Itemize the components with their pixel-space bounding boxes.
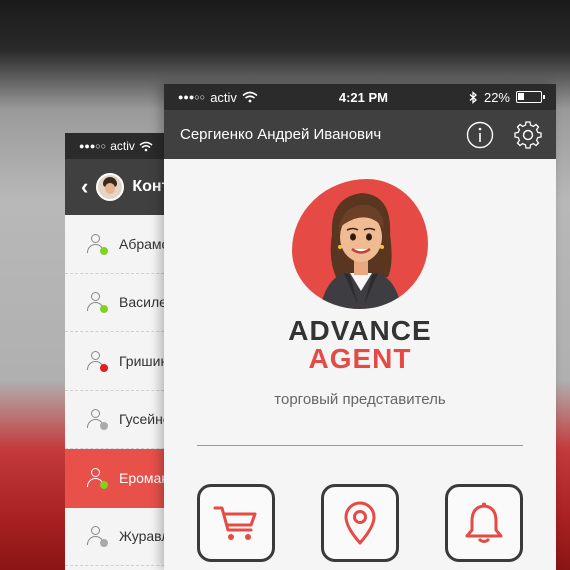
cart-icon <box>213 506 257 540</box>
user-icon <box>87 350 108 372</box>
user-icon <box>87 467 108 489</box>
bell-icon <box>465 502 503 543</box>
status-dot <box>100 480 108 489</box>
user-name: Сергиенко Андрей Иванович <box>180 126 382 143</box>
status-dot <box>100 246 108 255</box>
brand-block: ADVANCE AGENT торговый представитель <box>164 159 556 408</box>
carrier-label: activ <box>110 139 135 153</box>
status-dot <box>100 305 108 314</box>
divider <box>197 445 523 446</box>
notifications-button[interactable] <box>445 484 523 562</box>
gear-icon[interactable] <box>514 120 542 149</box>
profile-header: Сергиенко Андрей Иванович <box>164 110 556 159</box>
brand-name-line2: AGENT <box>308 343 412 374</box>
role-subtitle: торговый представитель <box>274 391 446 408</box>
wifi-icon <box>242 91 258 103</box>
signal-indicator: ●●●○○ <box>178 92 206 102</box>
bluetooth-icon <box>469 90 477 104</box>
user-icon <box>87 233 108 255</box>
agent-illustration <box>320 193 402 309</box>
location-button[interactable] <box>321 484 399 562</box>
carrier-label: activ <box>210 89 237 105</box>
contact-name: Гришин <box>119 352 169 369</box>
battery-percent: 22% <box>483 89 510 105</box>
status-dot <box>100 363 108 372</box>
status-dot <box>100 422 108 431</box>
brand-name-line1: ADVANCE <box>288 315 432 346</box>
user-icon <box>87 292 108 314</box>
back-arrow-icon[interactable]: ‹ <box>81 174 88 200</box>
agent-mascot-logo <box>292 179 428 309</box>
status-dot <box>100 539 108 548</box>
profile-screen: ●●●○○ activ 4:21 PM 22% Сергиенко Андрей… <box>164 84 556 570</box>
location-pin-icon <box>344 501 376 545</box>
user-icon <box>87 409 108 431</box>
clock: 4:21 PM <box>338 89 389 105</box>
cart-button[interactable] <box>197 484 275 562</box>
battery-icon <box>516 91 545 103</box>
action-buttons <box>197 484 523 562</box>
status-bar: ●●●○○ activ 4:21 PM 22% <box>164 84 556 110</box>
signal-indicator: ●●●○○ <box>79 141 107 151</box>
avatar <box>96 173 125 201</box>
wifi-icon <box>139 141 153 151</box>
info-icon[interactable] <box>466 121 494 149</box>
user-icon <box>87 526 108 548</box>
